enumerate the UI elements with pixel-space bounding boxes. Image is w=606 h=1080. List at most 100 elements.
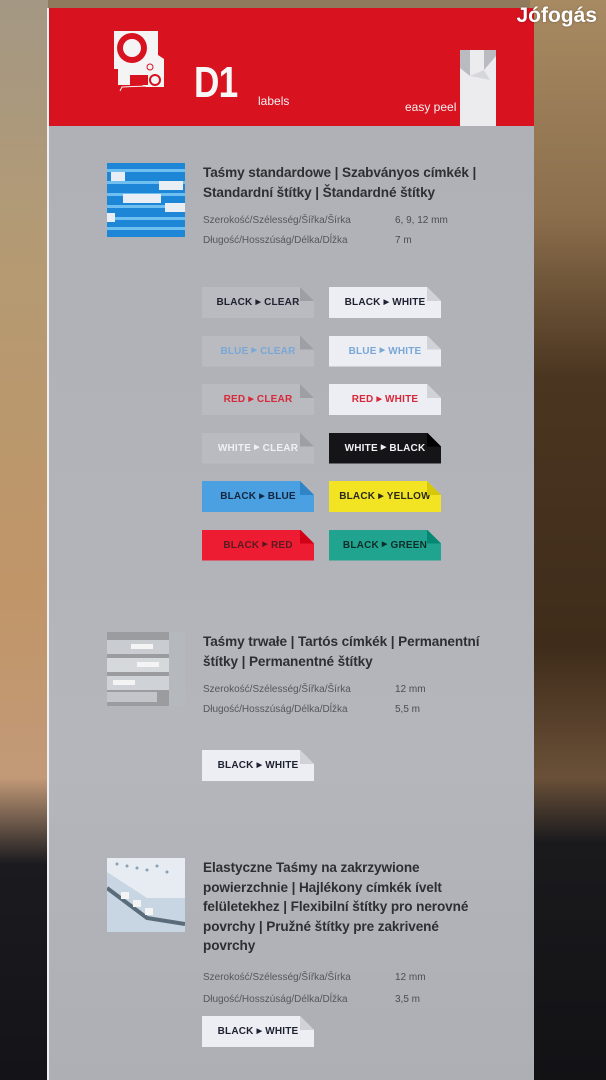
background-right — [530, 0, 606, 1080]
arrow-icon: ▶ — [248, 395, 254, 403]
tape-swatch-black-on-white: BLACK ▶ WHITE — [329, 287, 441, 318]
tape-text-color: BLACK — [344, 297, 381, 308]
peel-fold-icon — [427, 287, 441, 301]
arrow-icon: ▶ — [254, 444, 260, 451]
arrow-icon: ▶ — [383, 298, 390, 306]
spec-length-row: Długość/Hosszúság/Délka/Dĺžka 3,5 m — [203, 994, 420, 1005]
brand-subtitle: labels — [258, 94, 290, 108]
tape-background-color: WHITE — [265, 1026, 299, 1037]
tape-text-color: WHITE — [344, 442, 378, 454]
arrow-icon: ▶ — [262, 541, 268, 548]
arrow-icon: ▶ — [376, 395, 383, 403]
watermark-logo: Jófogás — [516, 4, 597, 27]
arrow-icon: ▶ — [381, 541, 388, 548]
tape-swatch-black-on-red: BLACK ▶ RED — [202, 530, 314, 561]
tape-swatch-black-on-white: BLACK ▶ WHITE — [202, 750, 314, 781]
tape-background-color: BLUE — [267, 491, 296, 502]
peel-fold-icon — [300, 1016, 314, 1030]
spec-length-label: Długość/Hosszúság/Délka/Dĺžka — [203, 704, 348, 715]
spec-width-label: Szerokość/Szélesség/Šířka/Šírka — [203, 684, 351, 695]
brand-name: D1 — [194, 58, 238, 107]
spec-length-row: Długość/Hosszúság/Délka/Dĺžka 7 m — [203, 235, 412, 246]
tape-text-color: BLACK — [216, 297, 253, 308]
tape-text-color: BLACK — [217, 1026, 254, 1037]
tape-swatch-black-on-blue: BLACK ▶ BLUE — [202, 481, 314, 512]
peel-fold-icon — [427, 529, 441, 544]
standard-labels-thumbnail — [107, 163, 185, 237]
label-cassette-icon — [114, 31, 164, 92]
tape-background-color: WHITE — [388, 345, 422, 357]
tape-background-color: RED — [270, 539, 293, 551]
arrow-icon: ▶ — [256, 1027, 263, 1035]
spec-length-label: Długość/Hosszúság/Délka/Dĺžka — [203, 235, 348, 246]
tape-text-color: BLUE — [348, 345, 377, 357]
tape-text-color: BLACK — [220, 491, 257, 502]
tape-swatch-red-on-clear: RED ▶ CLEAR — [202, 384, 314, 415]
spec-length-value: 7 m — [395, 235, 412, 246]
spec-length-value: 3,5 m — [395, 994, 421, 1005]
tape-text-color: BLUE — [220, 345, 249, 357]
peel-fold-icon — [427, 481, 441, 495]
peel-fold-icon — [300, 432, 314, 447]
tape-background-color: GREEN — [390, 539, 428, 551]
tape-swatch-blue-on-clear: BLUE ▶ CLEAR — [202, 336, 314, 367]
tape-background-color: YELLOW — [386, 491, 431, 502]
spec-width-value: 6, 9, 12 mm — [395, 215, 448, 226]
product-box: D1 labels easy peel Taśmy standardowe | … — [47, 8, 534, 1080]
peel-fold-icon — [300, 384, 314, 398]
tape-swatch-black-on-clear: BLACK ▶ CLEAR — [202, 287, 314, 318]
peel-fold-icon — [300, 481, 314, 495]
tape-swatch-white-on-clear: WHITE ▶ CLEAR — [202, 433, 314, 464]
tape-text-color: BLACK — [223, 539, 260, 551]
arrow-icon: ▶ — [379, 347, 386, 354]
spec-length-row: Długość/Hosszúság/Délka/Dĺžka 5,5 m — [203, 704, 420, 715]
header-band: D1 labels easy peel — [49, 8, 534, 126]
arrow-icon: ▶ — [380, 444, 387, 451]
peel-fold-icon — [300, 529, 314, 544]
permanent-labels-thumbnail — [107, 632, 185, 706]
tape-text-color: BLACK — [339, 491, 376, 502]
flexible-labels-thumbnail — [107, 858, 185, 932]
tape-text-color: WHITE — [217, 442, 252, 454]
tape-text-color: BLACK — [217, 760, 254, 771]
tape-text-color: RED — [351, 394, 374, 405]
easy-peel-tagline: easy peel — [405, 100, 457, 114]
tape-background-color: WHITE — [265, 760, 299, 771]
tape-swatch-blue-on-white: BLUE ▶ WHITE — [329, 336, 441, 367]
tape-swatch-white-on-black: WHITE ▶ BLACK — [329, 433, 441, 464]
tape-text-color: BLACK — [342, 539, 379, 551]
peel-fold-icon — [300, 287, 314, 301]
arrow-icon: ▶ — [378, 492, 384, 500]
tape-background-color: BLACK — [389, 442, 426, 454]
spec-width-row: Szerokość/Szélesség/Šířka/Šírka 12 mm — [203, 972, 426, 983]
spec-width-label: Szerokość/Szélesség/Šířka/Šírka — [203, 215, 351, 226]
tape-swatch-black-on-white: BLACK ▶ WHITE — [202, 1016, 314, 1047]
tape-text-color: RED — [223, 394, 246, 405]
peel-corner-icon — [460, 50, 496, 126]
peel-fold-icon — [427, 432, 441, 447]
spec-width-value: 12 mm — [395, 972, 426, 983]
peel-fold-icon — [427, 335, 441, 350]
spec-length-label: Długość/Hosszúság/Délka/Dĺžka — [203, 994, 348, 1005]
peel-fold-icon — [427, 384, 441, 398]
tape-background-color: WHITE — [392, 297, 426, 308]
arrow-icon: ▶ — [255, 298, 262, 306]
section-title: Taśmy trwałe | Tartós címkék | Permanent… — [203, 634, 480, 669]
tape-background-color: CLEAR — [262, 442, 299, 454]
tape-swatch-red-on-white: RED ▶ WHITE — [329, 384, 441, 415]
arrow-icon: ▶ — [259, 492, 265, 500]
spec-width-label: Szerokość/Szélesség/Šířka/Šírka — [203, 972, 351, 983]
tape-swatch-black-on-green: BLACK ▶ GREEN — [329, 530, 441, 561]
tape-background-color: CLEAR — [260, 345, 296, 357]
peel-fold-icon — [300, 750, 314, 764]
arrow-icon: ▶ — [251, 347, 258, 354]
tape-swatch-black-on-yellow: BLACK ▶ YELLOW — [329, 481, 441, 512]
section-title: Elastyczne Taśmy na zakrzywione powierzc… — [203, 860, 469, 953]
spec-length-value: 5,5 m — [395, 704, 421, 715]
tape-background-color: WHITE — [385, 394, 419, 405]
tape-background-color: CLEAR — [264, 297, 300, 308]
peel-fold-icon — [300, 335, 314, 350]
spec-width-row: Szerokość/Szélesség/Šířka/Šírka 6, 9, 12… — [203, 215, 448, 226]
section-title: Taśmy standardowe | Szabványos címkék | … — [203, 165, 477, 200]
tape-background-color: CLEAR — [256, 394, 293, 405]
